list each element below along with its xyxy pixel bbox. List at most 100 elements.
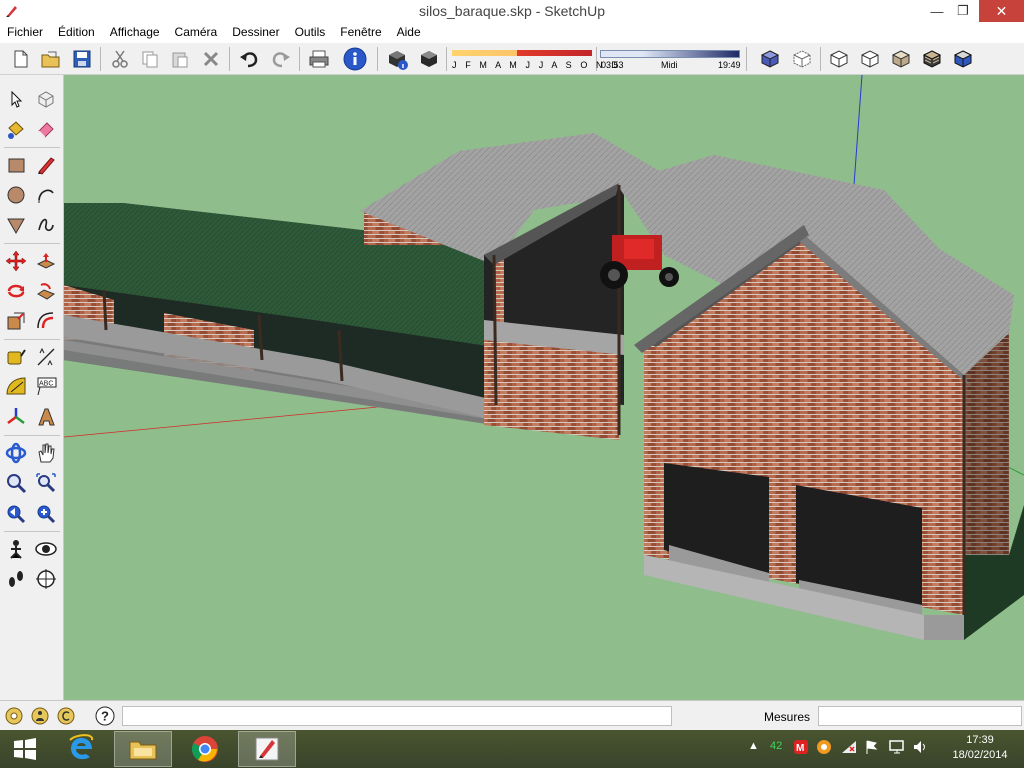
select-icon[interactable] [2,85,30,113]
file-explorer-icon[interactable] [114,731,172,767]
measurements-input[interactable] [818,706,1022,726]
zoom-icon[interactable] [2,469,30,497]
tool-palette: ABC [0,75,64,700]
shadow-time-start: 03:53 [601,60,624,70]
geo-location-icon[interactable] [2,702,26,730]
menu-aide[interactable]: Aide [390,23,429,43]
protractor-icon[interactable] [2,373,30,401]
position-camera-icon[interactable] [2,535,30,563]
menu-dessiner[interactable]: Dessiner [225,23,287,43]
section-plane-icon[interactable] [32,565,60,593]
scale-icon[interactable] [2,307,30,335]
network-status-icon[interactable] [840,739,858,758]
antivirus-icon[interactable]: M [793,739,809,758]
menu-edition[interactable]: Édition [51,23,103,43]
model-canvas[interactable] [64,75,1024,700]
textured-style-icon[interactable] [919,46,945,72]
help-icon[interactable]: ? [92,702,118,730]
window-title: silos_baraque.skp - SketchUp [419,3,605,19]
polygon-icon[interactable] [2,211,30,239]
paste-icon[interactable] [167,46,193,72]
3d-text-icon[interactable] [32,403,60,431]
paint-bucket-icon[interactable] [2,115,30,143]
display-icon[interactable] [888,739,906,758]
credits-icon[interactable] [28,702,52,730]
menu-camera[interactable]: Caméra [168,23,226,43]
clock-date: 18/02/2014 [952,749,1008,761]
open-folder-icon[interactable] [38,46,64,72]
start-icon[interactable] [0,731,50,767]
status-bar: ? Mesures [0,700,1024,730]
freehand-icon[interactable] [32,211,60,239]
svg-text:?: ? [101,709,109,724]
undo-icon[interactable] [236,46,262,72]
shadow-time-slider[interactable] [600,50,740,58]
menu-fenetre[interactable]: Fenêtre [333,23,389,43]
tape-measure-icon[interactable] [2,343,30,371]
zoom-window-icon[interactable] [32,469,60,497]
maximize-button[interactable]: ❐ [946,0,980,22]
eraser-icon[interactable] [32,115,60,143]
previous-view-icon[interactable] [2,499,30,527]
model-viewport[interactable] [64,75,1024,700]
main-toolbar [0,43,1024,75]
monochrome-style-icon[interactable] [950,46,976,72]
push-pull-icon[interactable] [32,247,60,275]
dimension-icon[interactable] [32,343,60,371]
menu-outils[interactable]: Outils [288,23,334,43]
update-icon[interactable] [816,739,832,758]
shadow-date-slider-fill [517,50,592,56]
menu-bar: Fichier Édition Affichage Caméra Dessine… [0,23,1024,43]
move-icon[interactable] [2,247,30,275]
orbit-icon[interactable] [2,439,30,467]
shadow-time-end: 19:49 [718,60,741,70]
cut-icon[interactable] [107,46,133,72]
windows-taskbar: ▲ 42 M 17:39 18/02/2014 [0,730,1024,768]
system-clock[interactable]: 17:39 18/02/2014 [940,733,1020,763]
new-file-icon[interactable] [8,46,34,72]
look-around-icon[interactable] [32,535,60,563]
iso-view-icon[interactable] [757,46,783,72]
internet-explorer-icon[interactable] [52,731,110,767]
make-component-icon[interactable] [32,85,60,113]
shadow-months-label: J F M A M J J A S O N D [452,60,621,70]
sketchup-icon[interactable] [238,731,296,767]
pan-icon[interactable] [32,439,60,467]
walk-icon[interactable] [2,565,30,593]
line-pencil-icon[interactable] [32,151,60,179]
follow-me-icon[interactable] [32,277,60,305]
rectangle-icon[interactable] [2,151,30,179]
model-info-icon[interactable] [342,46,368,72]
redo-icon[interactable] [268,46,294,72]
save-icon[interactable] [69,46,95,72]
text-icon[interactable]: ABC [32,373,60,401]
right-view-icon[interactable] [857,46,883,72]
zoom-extents-icon[interactable] [32,499,60,527]
tray-count[interactable]: 42 [770,740,782,752]
menu-fichier[interactable]: Fichier [0,23,51,43]
top-view-icon[interactable] [789,46,815,72]
offset-icon[interactable] [32,307,60,335]
copyright-icon[interactable] [54,702,78,730]
show-hidden-icons-icon[interactable]: ▲ [748,740,759,752]
chrome-icon[interactable] [176,731,234,767]
svg-text:ABC: ABC [39,381,53,388]
shadow-toggle-icon[interactable] [416,46,442,72]
action-center-flag-icon[interactable] [864,739,880,758]
delete-icon[interactable] [198,46,224,72]
measurements-label: Mesures [764,710,811,724]
close-button[interactable]: ✕ [979,0,1024,22]
circle-icon[interactable] [2,181,30,209]
shaded-style-icon[interactable] [888,46,914,72]
axes-icon[interactable] [2,403,30,431]
rotate-icon[interactable] [2,277,30,305]
arc-icon[interactable] [32,181,60,209]
title-bar: silos_baraque.skp - SketchUp — ❐ ✕ [0,0,1024,23]
front-view-icon[interactable] [826,46,852,72]
print-icon[interactable] [306,46,332,72]
copy-icon[interactable] [137,46,163,72]
shadow-settings-icon[interactable] [384,46,410,72]
volume-icon[interactable] [912,739,930,758]
clock-time: 17:39 [966,734,994,746]
menu-affichage[interactable]: Affichage [103,23,168,43]
